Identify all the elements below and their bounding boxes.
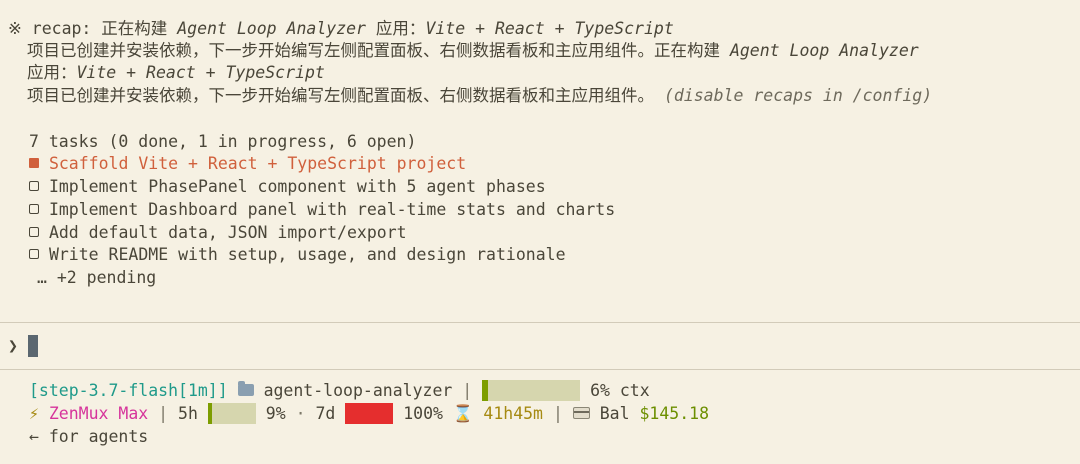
recap-app-name: Agent Loop Analyzer bbox=[177, 19, 366, 38]
task-label: Implement Dashboard panel with real-time… bbox=[48, 200, 616, 219]
task-label: Implement PhasePanel component with 5 ag… bbox=[48, 177, 546, 196]
task-summary: 7 tasks (0 done, 1 in progress, 6 open) bbox=[29, 132, 417, 151]
task-item[interactable]: Implement PhasePanel component with 5 ag… bbox=[29, 176, 546, 198]
recap-app-name-2: Agent Loop Analyzer bbox=[729, 41, 919, 60]
folder-icon bbox=[237, 380, 254, 396]
window-7d-bar bbox=[345, 403, 394, 424]
window-5h-bar bbox=[207, 403, 256, 424]
model-name[interactable]: [step-3.7-flash[1m]] bbox=[29, 381, 228, 400]
recap-text-2: 项目已创建并安装依赖，下一步开始编写左侧配置面板、右侧数据看板和主应用组件。 bbox=[27, 86, 664, 105]
prompt-input[interactable]: ❯ bbox=[8, 335, 38, 357]
context-usage-label: 6% ctx bbox=[590, 381, 650, 400]
plan-name: ZenMux Max bbox=[48, 404, 149, 423]
window-7d-percent: 100% bbox=[403, 404, 443, 423]
window-5h-label: 5h bbox=[178, 404, 198, 423]
tasks-more-pending[interactable]: … +2 pending bbox=[37, 267, 156, 289]
context-usage-bar bbox=[482, 380, 581, 401]
task-item[interactable]: Add default data, JSON import/export bbox=[29, 222, 407, 244]
window-5h-fill bbox=[207, 403, 213, 424]
status-separator: | bbox=[158, 404, 169, 423]
reset-time: 41h45m bbox=[483, 404, 543, 423]
task-item[interactable]: Implement Dashboard panel with real-time… bbox=[29, 199, 615, 221]
status-separator: | bbox=[462, 381, 473, 400]
text-cursor bbox=[27, 335, 38, 357]
context-usage-fill bbox=[482, 380, 488, 401]
task-open-checkbox-icon bbox=[29, 180, 39, 191]
recap-text: 项目已创建并安装依赖，下一步开始编写左侧配置面板、右侧数据看板和主应用组件。正在… bbox=[27, 41, 730, 60]
recap-line-1: ※ recap: 正在构建 Agent Loop Analyzer 应用：Vit… bbox=[8, 18, 674, 40]
task-label: Write README with setup, usage, and desi… bbox=[48, 245, 566, 264]
window-7d-label: 7d bbox=[315, 404, 336, 423]
recap-prefix-2: 应用： bbox=[27, 63, 77, 82]
recap-config-hint[interactable]: (disable recaps in /config) bbox=[664, 86, 932, 105]
status-separator: | bbox=[552, 404, 563, 423]
task-item[interactable]: Scaffold Vite + React + TypeScript proje… bbox=[29, 153, 466, 175]
recap-line-4: 项目已创建并安装依赖，下一步开始编写左侧配置面板、右侧数据看板和主应用组件。 (… bbox=[27, 85, 932, 107]
hourglass-icon: ⌛ bbox=[452, 404, 474, 423]
recap-mid: 应用： bbox=[366, 19, 426, 38]
task-open-checkbox-icon bbox=[29, 226, 39, 237]
status-dot: · bbox=[295, 404, 306, 423]
task-in-progress-icon bbox=[29, 157, 39, 168]
credit-card-icon bbox=[572, 406, 590, 419]
task-open-checkbox-icon bbox=[29, 203, 39, 214]
recap-bullet-icon: ※ bbox=[8, 19, 22, 38]
task-label: Scaffold Vite + React + TypeScript proje… bbox=[48, 154, 467, 173]
balance-label: Bal bbox=[599, 404, 630, 423]
task-label: Add default data, JSON import/export bbox=[48, 223, 407, 242]
status-line-1: [step-3.7-flash[1m]] agent-loop-analyzer… bbox=[29, 380, 650, 402]
window-7d-fill bbox=[345, 403, 394, 424]
balance-value: $145.18 bbox=[639, 404, 710, 423]
zap-icon: ⚡ bbox=[29, 404, 39, 423]
prompt-bottom-divider bbox=[0, 369, 1080, 370]
status-line-2: ⚡ ZenMux Max | 5h 9% · 7d 100% ⌛ 41h45m … bbox=[29, 403, 709, 425]
recap-stack: Vite + React + TypeScript bbox=[425, 19, 674, 38]
project-name: agent-loop-analyzer bbox=[263, 381, 453, 400]
task-item[interactable]: Write README with setup, usage, and desi… bbox=[29, 244, 566, 266]
recap-line-2: 项目已创建并安装依赖，下一步开始编写左侧配置面板、右侧数据看板和主应用组件。正在… bbox=[27, 40, 919, 62]
prompt-chevron-icon: ❯ bbox=[8, 336, 18, 355]
recap-stack-2: Vite + React + TypeScript bbox=[76, 63, 325, 82]
task-open-checkbox-icon bbox=[29, 248, 39, 259]
agents-hint[interactable]: ← for agents bbox=[29, 426, 148, 448]
window-5h-percent: 9% bbox=[265, 404, 286, 423]
prompt-top-divider bbox=[0, 322, 1080, 323]
recap-prefix: recap: 正在构建 bbox=[31, 19, 178, 38]
recap-line-3: 应用：Vite + React + TypeScript bbox=[27, 62, 325, 84]
